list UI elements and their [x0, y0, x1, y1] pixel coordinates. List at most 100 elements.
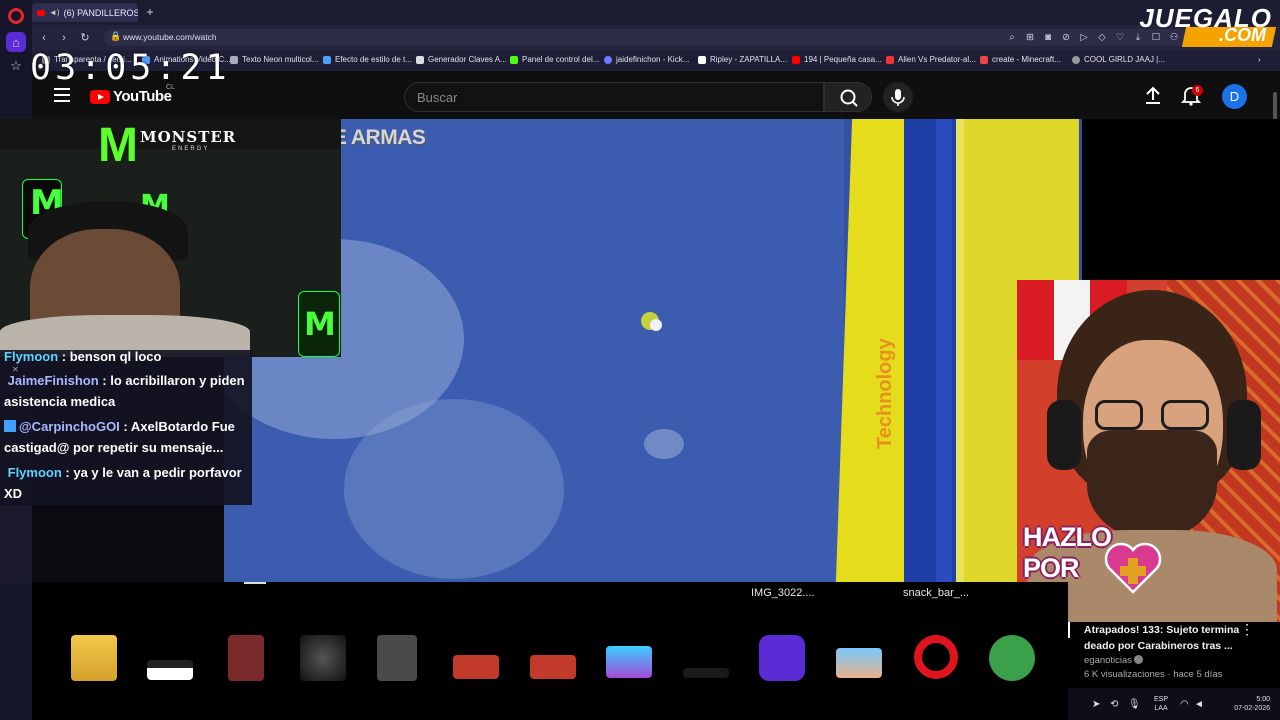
video-frame — [344, 399, 564, 579]
hazlo-por-text: HAZLO POR — [1023, 522, 1112, 583]
sync-icon[interactable]: ⟲ — [1110, 699, 1118, 710]
tab-youtube[interactable]: ◄) (6) PANDILLEROS ROB — [32, 3, 138, 22]
bookmark-icon — [230, 55, 238, 64]
video-rotated-text: Technology — [874, 338, 896, 449]
reload-button[interactable]: ↻ — [78, 31, 92, 45]
bookmark-icon — [604, 55, 612, 64]
ripley-icon — [698, 55, 706, 64]
suggested-video[interactable]: Atrapados! 133: Sujeto termina deado por… — [1068, 622, 1280, 688]
video-thumbnail-icon[interactable] — [530, 655, 576, 679]
bookmark-item[interactable]: COOL GIRLD JAAJ |... — [1072, 55, 1165, 64]
bookmark-item[interactable]: create - Minecraft... — [980, 55, 1061, 64]
desktop-file-label[interactable]: IMG_3022.... — [751, 587, 815, 599]
suggest-marker — [1068, 622, 1070, 638]
money-app-icon[interactable] — [989, 635, 1035, 681]
media-player-icon[interactable] — [300, 635, 346, 681]
bookmark-item[interactable]: jaidefinichon - Kick... — [604, 55, 689, 64]
moderator-badge-icon — [4, 420, 16, 432]
bookmark-icon — [886, 55, 894, 64]
headphone-icon — [1227, 400, 1261, 470]
image-thumbnail-icon[interactable] — [377, 635, 417, 681]
desktop-file-label[interactable]: snack_bar_... — [903, 587, 969, 599]
pin-icon[interactable]: ☆ — [6, 56, 26, 76]
verified-icon — [1134, 655, 1144, 664]
menu-icon[interactable] — [54, 88, 70, 102]
chat-text: benson ql loco — [69, 350, 162, 364]
opera-logo-icon[interactable] — [8, 8, 24, 24]
bookmark-icon — [980, 55, 988, 64]
home-icon[interactable]: ⌂ — [6, 32, 26, 52]
url-text: www.youtube.com/watch — [123, 32, 217, 42]
search-icon — [840, 89, 858, 107]
chat-username: Flymoon — [4, 350, 59, 364]
stream-timer: 03:05:21 — [30, 48, 231, 88]
youtube-logo[interactable]: YouTube — [90, 88, 172, 105]
voice-search-button[interactable] — [883, 82, 913, 112]
back-button[interactable]: ‹ — [37, 31, 51, 45]
video-progress-marker — [244, 582, 266, 584]
video-player[interactable]: Technology — [224, 119, 1082, 582]
chat-username: Flymoon — [7, 465, 62, 480]
chat-message: JaimeFinishon : lo acribillaron y piden … — [4, 373, 245, 409]
telegram-icon[interactable]: ➤ — [1092, 699, 1100, 710]
lock-icon: 🔒 — [110, 31, 122, 41]
chat-message: Flymoon : benson ql loco — [4, 350, 162, 364]
app-thumbnail-icon[interactable] — [147, 660, 193, 680]
bookmark-item[interactable]: Efecto de estilo de t... — [323, 55, 412, 64]
opera-browser-icon[interactable] — [914, 635, 958, 679]
bookmark-item[interactable]: Panel de control del... — [510, 55, 599, 64]
system-clock[interactable]: 5:00 07-02-2026 — [1214, 695, 1270, 713]
tab-title: (6) PANDILLEROS ROB — [63, 7, 138, 18]
search-input[interactable] — [417, 89, 807, 105]
suggested-video-title[interactable]: Atrapados! 133: Sujeto termina deado por… — [1084, 622, 1249, 654]
bookmark-item[interactable]: 194 | Pequeña casa... — [792, 55, 882, 64]
play-icon[interactable]: ▷ — [1078, 31, 1090, 44]
system-tray: ➤ ⟲ 🎙 ESP LAA ◠ ◄ 5:00 07-02-2026 — [1068, 688, 1280, 720]
chat-message: Flymoon : ya y le van a pedir porfavor X… — [4, 465, 242, 501]
app-shield-icon[interactable] — [759, 635, 805, 681]
search-box — [404, 82, 824, 112]
video-frame — [936, 119, 952, 582]
bookmark-item[interactable]: Generador Claves A... — [416, 55, 507, 64]
chat-username: JaimeFinishon — [7, 373, 99, 388]
image-thumbnail-icon[interactable] — [683, 668, 729, 678]
account-avatar[interactable]: D — [1222, 84, 1247, 109]
address-bar: ‹ › ↻ 🔒 www.youtube.com/watch ⌕ ⊞ ◙ ⊘ ▷ … — [32, 25, 1280, 50]
microphone-icon[interactable]: 🎙 — [1128, 699, 1141, 710]
bookmark-item[interactable]: Texto Neon multicol... — [230, 55, 318, 64]
streamer-avatar-overlay: HAZLO POR — [1017, 280, 1280, 622]
video-frame — [641, 312, 662, 331]
document-icon — [416, 55, 424, 64]
bookmark-icon — [1072, 55, 1080, 64]
more-options-icon[interactable]: ⋮ — [1240, 622, 1254, 638]
kick-icon — [510, 55, 518, 64]
video-thumbnail-icon[interactable] — [453, 655, 499, 679]
zoom-icon[interactable]: ⌕ — [1006, 31, 1018, 44]
translate-icon[interactable]: ⊞ — [1024, 31, 1036, 44]
volume-icon[interactable]: ◄ — [1194, 699, 1204, 710]
audio-icon[interactable]: ◄) — [49, 8, 60, 17]
wifi-icon[interactable]: ◠ — [1180, 699, 1189, 710]
tab-strip: ◄) (6) PANDILLEROS ROB + — [32, 0, 1280, 25]
image-thumbnail-icon[interactable] — [606, 646, 652, 678]
new-tab-button[interactable]: + — [143, 5, 157, 19]
notification-count-badge: 6 — [1192, 85, 1203, 96]
suggested-video-channel[interactable]: eganoticias — [1084, 655, 1144, 666]
bookmarks-more-icon[interactable]: › — [1258, 55, 1261, 64]
shield-icon[interactable]: ⊘ — [1060, 31, 1072, 44]
youtube-favicon-icon — [37, 9, 45, 16]
search-button[interactable] — [824, 82, 872, 112]
bookmark-item[interactable]: Ripley - ZAPATILLA... — [698, 55, 787, 64]
bookmark-item[interactable]: Alien Vs Predator-al... — [886, 55, 976, 64]
image-thumbnail-icon[interactable] — [836, 648, 882, 678]
avatar-glasses — [1095, 400, 1213, 432]
chat-username: @CarpinchoGOI — [19, 419, 120, 434]
upload-icon[interactable] — [1142, 84, 1164, 106]
folder-icon[interactable] — [71, 635, 117, 681]
desktop-area: IMG_3022.... snack_bar_... — [32, 582, 1068, 720]
keyboard-language[interactable]: ESP LAA — [1154, 695, 1168, 713]
forward-button[interactable]: › — [57, 31, 71, 45]
camera-icon[interactable]: ◙ — [1042, 31, 1054, 44]
image-thumbnail-icon[interactable] — [228, 635, 264, 681]
heart-icon — [1104, 542, 1162, 594]
